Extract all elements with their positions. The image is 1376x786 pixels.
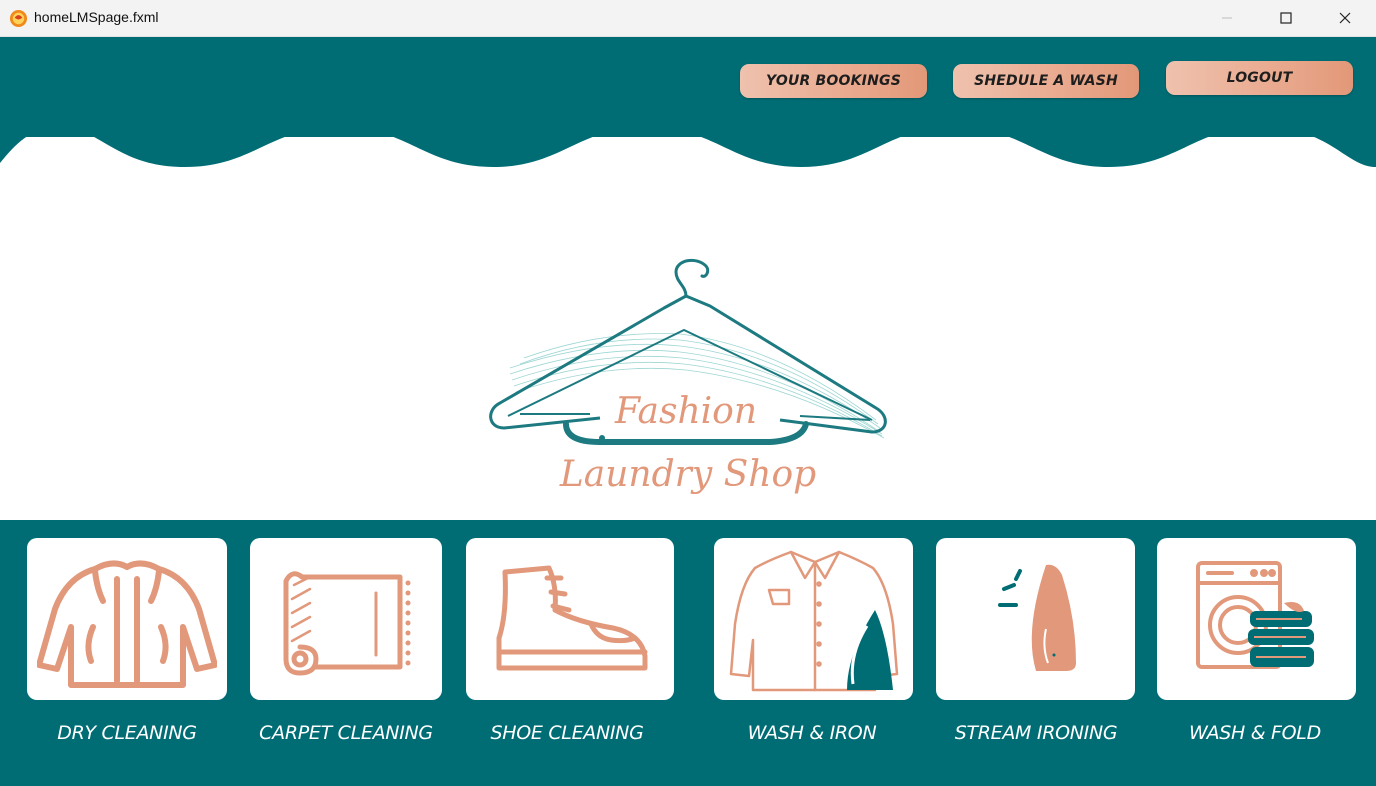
logo-line2: Laundry Shop — [559, 454, 816, 495]
service-card-wash-fold[interactable] — [1157, 538, 1356, 700]
maximize-button[interactable] — [1257, 0, 1315, 36]
close-button[interactable] — [1316, 0, 1374, 36]
jacket-icon — [37, 560, 217, 688]
minimize-icon — [1222, 17, 1232, 19]
window-titlebar: homeLMSpage.fxml — [0, 0, 1376, 37]
service-label-stream-ironing: STREAM IRONING — [954, 722, 1118, 744]
logo-line1: Fashion — [614, 391, 757, 432]
close-icon — [1339, 12, 1351, 24]
minimize-button[interactable] — [1198, 0, 1256, 36]
carpet-roll-icon — [283, 571, 411, 676]
window-title: homeLMSpage.fxml — [34, 9, 159, 25]
washing-machine-icon — [1195, 561, 1314, 669]
service-card-shoe-cleaning[interactable] — [466, 538, 674, 700]
logout-button[interactable]: LOGOUT — [1166, 61, 1353, 95]
service-label-dry-cleaning: DRY CLEANING — [57, 722, 197, 744]
service-card-wash-iron[interactable] — [714, 538, 913, 700]
service-card-carpet-cleaning[interactable] — [250, 538, 442, 700]
shop-logo: Fashion Laundry Shop — [480, 238, 900, 508]
shirt-iron-icon — [729, 550, 898, 692]
service-card-stream-ironing[interactable] — [936, 538, 1135, 700]
boot-icon — [496, 565, 648, 671]
service-card-dry-cleaning[interactable] — [27, 538, 227, 700]
service-label-wash-fold: WASH & FOLD — [1189, 722, 1321, 744]
service-label-carpet-cleaning: CARPET CLEANING — [259, 722, 433, 744]
maximize-icon — [1280, 12, 1292, 24]
your-bookings-button[interactable]: YOUR BOOKINGS — [740, 64, 927, 98]
app-icon — [9, 9, 28, 28]
header-wave — [0, 125, 1376, 167]
schedule-wash-button[interactable]: SHEDULE A WASH — [953, 64, 1139, 98]
service-label-shoe-cleaning: SHOE CLEANING — [490, 722, 644, 744]
service-label-wash-iron: WASH & IRON — [747, 722, 877, 744]
steam-iron-icon — [997, 564, 1076, 671]
hanger-icon: Fashion Laundry Shop — [489, 258, 887, 495]
